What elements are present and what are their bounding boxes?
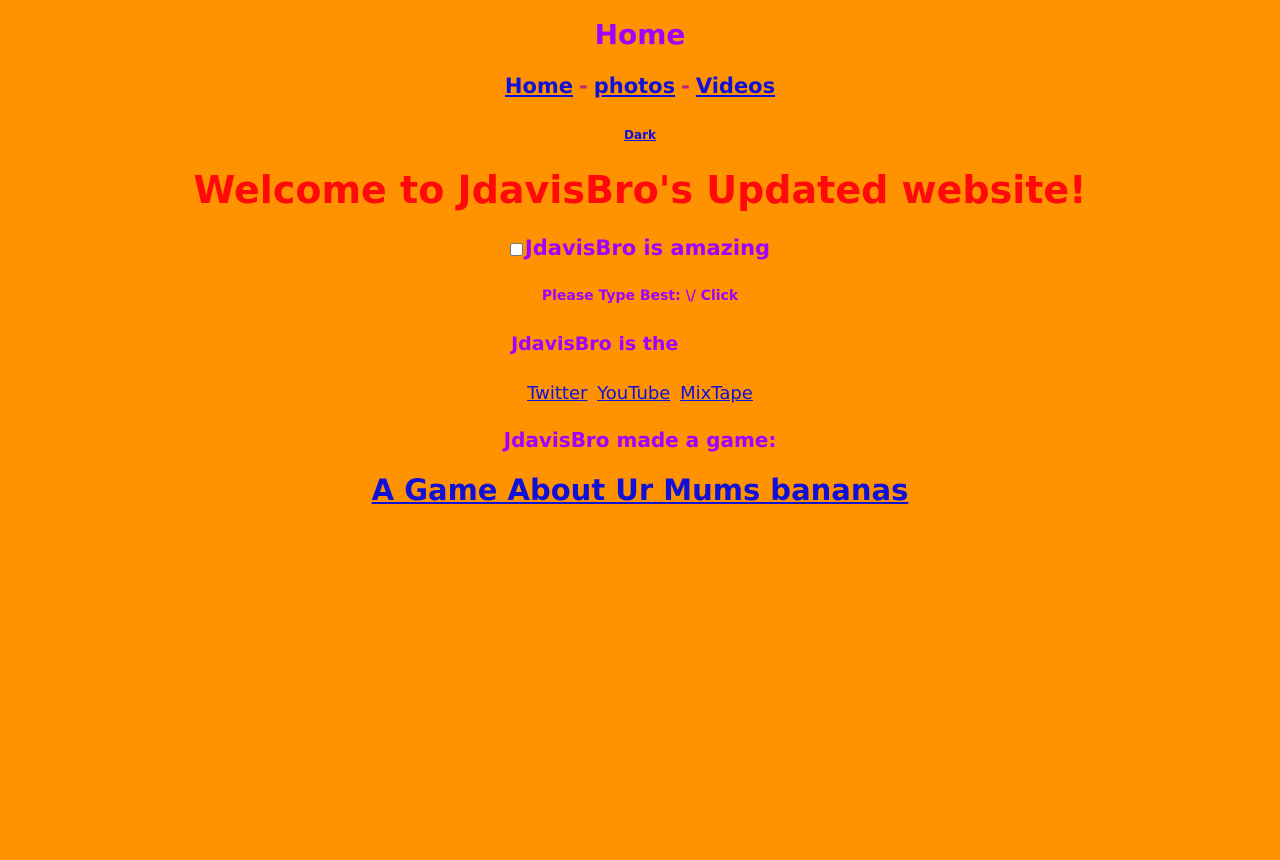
twitter-link[interactable]: Twitter [527,383,587,404]
nav-separator: - [681,74,690,98]
dark-mode-link[interactable]: Dark [624,128,656,142]
welcome-heading: Welcome to JdavisBro's Updated website! [193,168,1087,212]
game-heading: JdavisBro made a game: [503,428,777,452]
nav-separator: - [579,74,588,98]
game-link[interactable]: A Game About Ur Mums bananas [372,473,909,507]
social-links: Twitter YouTube MixTape [0,383,1280,404]
youtube-link[interactable]: YouTube [597,383,670,404]
nav-link-photos[interactable]: photos [594,74,675,98]
nav-link-home[interactable]: Home [505,74,573,98]
amazing-checkbox-row: JdavisBro is amazing [0,236,1280,260]
game-link-row: A Game About Ur Mums bananas [0,473,1280,507]
best-field-row: JdavisBro is the [0,333,1280,357]
best-input[interactable] [684,333,769,357]
amazing-checkbox[interactable] [509,242,523,256]
amazing-checkbox-label: JdavisBro is amazing [524,236,771,260]
best-prompt: Please Type Best: \/ Click [541,288,739,304]
mixtape-link[interactable]: MixTape [680,383,753,404]
theme-toggle-row: Dark [0,128,1280,142]
nav-link-videos[interactable]: Videos [696,74,775,98]
page-title: Home [594,18,686,51]
best-field-label: JdavisBro is the [511,333,679,355]
main-nav: Home - photos - Videos [0,74,1280,98]
page: Home Home - photos - Videos Dark Welcome to … [0,0,1280,860]
